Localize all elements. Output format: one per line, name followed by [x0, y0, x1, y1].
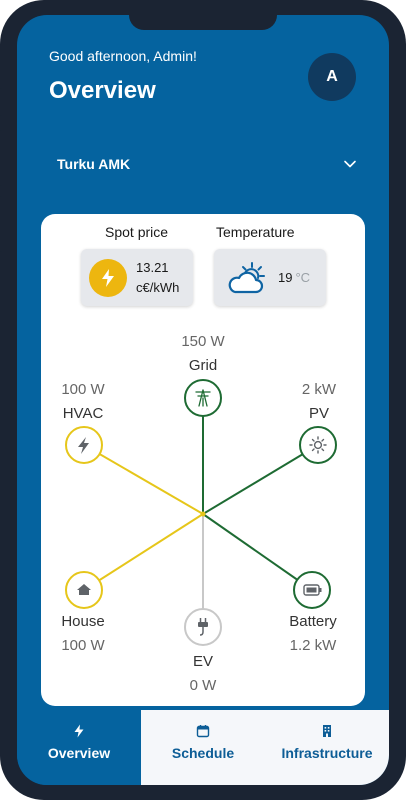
flow-line-house [83, 513, 204, 591]
node-house [65, 571, 103, 609]
tab-infrastructure-label: Infrastructure [281, 745, 373, 761]
phone-notch [129, 15, 277, 30]
house-label: House [61, 613, 105, 630]
energy-card: Spot price Temperature 13.21 c€/kWh 19 °… [41, 214, 365, 706]
lightning-bolt-icon [74, 724, 84, 738]
battery-value: 1.2 kW [289, 637, 337, 654]
chevron-down-icon [343, 157, 357, 171]
flow-center-dot [200, 511, 206, 517]
node-battery [293, 571, 331, 609]
tab-schedule[interactable]: Schedule [141, 710, 265, 785]
building-icon [323, 725, 331, 737]
site-selector[interactable]: Turku AMK [49, 151, 357, 177]
side-button [0, 130, 2, 186]
hvac-value: 100 W [61, 381, 105, 398]
grid-label: Grid [188, 357, 218, 374]
energy-flow-diagram [65, 379, 337, 646]
app-screen: Good afternoon, Admin! Overview A Turku … [17, 15, 389, 785]
house-value: 100 W [61, 637, 105, 654]
side-button [0, 88, 2, 116]
phone-frame: Good afternoon, Admin! Overview A Turku … [0, 0, 406, 800]
tab-schedule-label: Schedule [171, 745, 235, 761]
pv-value: 2 kW [301, 381, 337, 398]
tab-overview[interactable]: Overview [17, 710, 141, 785]
flow-line-battery [202, 513, 313, 591]
node-grid [184, 379, 222, 417]
tab-overview-label: Overview [47, 745, 111, 761]
grid-value: 150 W [181, 333, 225, 350]
bottom-tab-bar: Overview Schedule Infrastructure [17, 710, 389, 785]
node-ev [184, 608, 222, 646]
battery-label: Battery [289, 613, 337, 630]
site-selector-value: Turku AMK [57, 156, 131, 172]
pv-label: PV [308, 405, 330, 422]
ev-label: EV [192, 653, 214, 670]
flow-line-pv [202, 444, 319, 515]
calendar-icon [196, 725, 210, 738]
side-button [0, 196, 2, 252]
tab-infrastructure[interactable]: Infrastructure [265, 710, 389, 785]
page-title: Overview [49, 77, 156, 104]
greeting-text: Good afternoon, Admin! [49, 48, 197, 64]
hvac-label: HVAC [62, 405, 104, 422]
avatar[interactable]: A [308, 53, 356, 101]
node-hvac [65, 426, 103, 464]
ev-value: 0 W [189, 677, 217, 694]
node-pv [299, 426, 337, 464]
flow-line-hvac [83, 444, 204, 515]
